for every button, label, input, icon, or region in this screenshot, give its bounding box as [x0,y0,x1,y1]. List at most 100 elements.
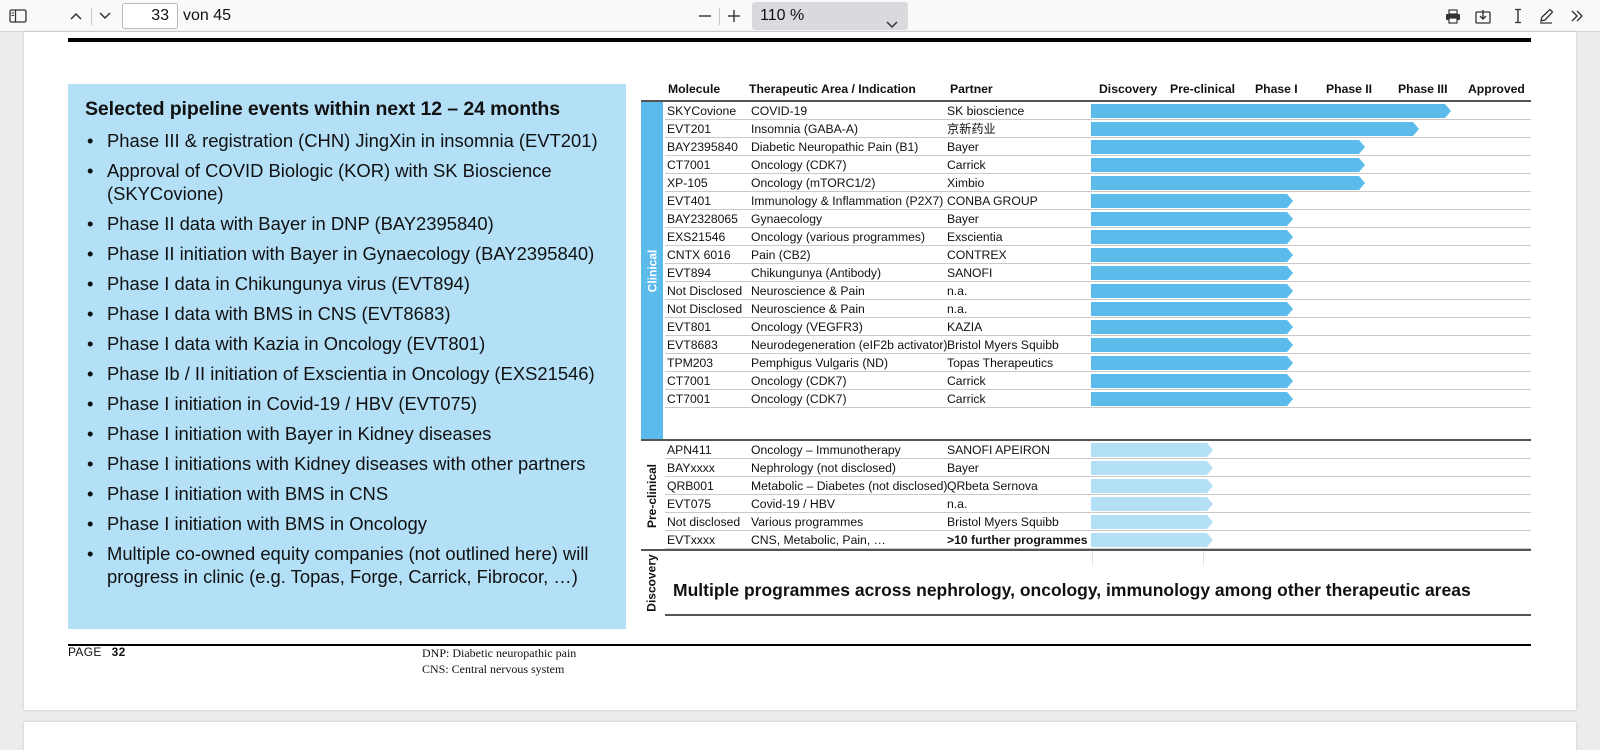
zoom-select[interactable]: 110 % [752,2,908,30]
zoom-out-icon[interactable] [694,4,716,28]
footer-rule [68,644,1531,646]
molecule-cell: CT7001 [667,158,711,172]
pdf-page: Selected pipeline events within next 12 … [24,32,1576,710]
page-total-label: von 45 [183,7,232,24]
pipeline-progress-bar [1091,266,1293,280]
zoom-in-icon[interactable] [723,4,745,28]
area-cell: Immunology & Inflammation (P2X7) [751,194,944,208]
molecule-cell: EVT801 [667,320,712,334]
area-cell: Oncology (VEGFR3) [751,320,863,334]
area-cell: Pemphigus Vulgaris (ND) [751,356,889,370]
partner-cell: Bayer [947,212,979,226]
print-icon[interactable] [1442,4,1464,28]
pipeline-progress-bar [1091,194,1293,208]
area-cell: Neuroscience & Pain [751,302,865,316]
pipeline-progress-bar [1091,140,1365,154]
page-number-input[interactable]: 33 [122,3,178,29]
molecule-cell: Not Disclosed [667,302,743,316]
area-cell: Neuroscience & Pain [751,284,865,298]
page-number: 32 [111,645,126,659]
sidebar-toggle-icon[interactable] [6,4,30,28]
table-row: SKYCovione COVID-19 SK bioscience [665,102,1531,120]
area-cell: Diabetic Neuropathic Pain (B1) [751,140,919,154]
table-row: BAY2395840 Diabetic Neuropathic Pain (B1)… [665,138,1531,156]
area-cell: COVID-19 [751,104,808,118]
area-cell: Oncology (mTORC1/2) [751,176,876,190]
molecule-cell: BAY2395840 [667,140,738,154]
pipeline-progress-bar [1091,320,1293,334]
pipeline-events-box: Selected pipeline events within next 12 … [68,84,626,629]
molecule-cell: CT7001 [667,392,711,406]
molecule-cell: Not disclosed [667,515,741,529]
pipeline-progress-bar [1091,248,1293,262]
event-item: Phase I initiation with BMS in CNS [85,482,610,505]
next-pdf-page [24,722,1576,750]
area-cell: Oncology (CDK7) [751,392,847,406]
header-partner: Partner [950,82,993,96]
table-row: EVT075 Covid-19 / HBV n.a. [665,495,1531,513]
molecule-cell: APN411 [667,443,712,457]
save-icon[interactable] [1472,4,1494,28]
footnotes: DNP: Diabetic neuropathic pain CNS: Cent… [422,645,576,677]
area-cell: Oncology (CDK7) [751,374,847,388]
table-row: EVT8683 Neurodegeneration (eIF2b activato… [665,336,1531,354]
molecule-cell: EVT894 [667,266,712,280]
grid-line [1203,551,1204,565]
section-discovery: Discovery [645,553,659,612]
molecule-cell: EVT075 [667,497,712,511]
header-preclinical: Pre-clinical [1170,82,1236,96]
partner-cell: Carrick [947,158,986,172]
molecule-cell: EVT201 [667,122,712,136]
area-cell: Metabolic – Diabetes (not disclosed) [751,479,948,493]
molecule-cell: BAY2328065 [667,212,738,226]
area-cell: Covid-19 / HBV [751,497,835,511]
pipeline-progress-bar [1091,104,1451,118]
header-approved: Approved [1468,82,1525,96]
molecule-cell: SKYCovione [667,104,737,118]
partner-cell: CONBA GROUP [947,194,1038,208]
molecule-cell: Not Disclosed [667,284,743,298]
table-row: BAY2328065 Gynaecology Bayer [665,210,1531,228]
partner-cell: 京新药业 [947,122,996,136]
section-clinical: Clinical [641,102,663,439]
draw-icon[interactable] [1536,4,1556,28]
header-phase3: Phase III [1398,82,1448,96]
event-item: Phase I initiations with Kidney diseases… [85,452,610,475]
text-cursor-icon[interactable] [1508,4,1528,28]
header-phase2: Phase II [1326,82,1373,96]
area-cell: Oncology (various programmes) [751,230,926,244]
more-tools-icon[interactable] [1566,4,1588,28]
area-cell: Insomnia (GABA-A) [751,122,859,136]
partner-cell: n.a. [947,284,968,298]
table-row: Not disclosed Various programmes Bristol M… [665,513,1531,531]
pipeline-progress-bar [1091,338,1293,352]
molecule-cell: XP-105 [667,176,708,190]
toolbar-separator [91,8,92,25]
table-row: XP-105 Oncology (mTORC1/2) Ximbio [665,174,1531,192]
pipeline-progress-bar [1091,176,1365,190]
header-discovery: Discovery [1099,82,1158,96]
area-cell: Various programmes [751,515,864,529]
footnote: DNP: Diabetic neuropathic pain [422,646,577,660]
partner-cell: Carrick [947,392,986,406]
events-title: Selected pipeline events within next 12 … [85,98,560,120]
chevron-up-icon[interactable] [65,4,87,28]
event-item: Phase Ib / II initiation of Exscientia i… [85,362,610,385]
event-item: Multiple co-owned equity companies (not … [85,542,610,588]
events-list: Phase III & registration (CHN) JingXin i… [85,129,610,588]
pipeline-progress-bar [1091,302,1293,316]
table-bottom-rule [665,614,1531,616]
pipeline-progress-bar [1091,479,1213,493]
molecule-cell: CNTX 6016 [667,248,731,262]
table-row: QRB001 Metabolic – Diabetes (not disclose… [665,477,1531,495]
table-row: CT7001 Oncology (CDK7) Carrick [665,372,1531,390]
chevron-down-icon[interactable] [94,4,116,28]
table-row: CNTX 6016 Pain (CB2) CONTREX [665,246,1531,264]
pipeline-progress-bar [1091,392,1293,406]
partner-cell: >10 further programmes [947,533,1088,547]
section-preclinical: Pre-clinical [645,463,659,528]
partner-cell: Topas Therapeutics [947,356,1054,370]
table-row: BAYxxxx Nephrology (not disclosed) Bayer [665,459,1531,477]
event-item: Phase I data in Chikungunya virus (EVT89… [85,272,610,295]
pipeline-progress-bar [1091,284,1293,298]
